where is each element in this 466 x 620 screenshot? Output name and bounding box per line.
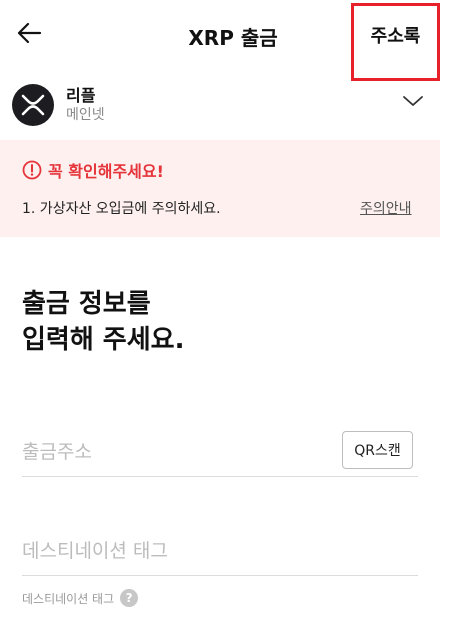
- form-heading: 출금 정보를 입력해 주세요.: [22, 286, 184, 358]
- qr-scan-button[interactable]: QR스캔: [342, 431, 413, 469]
- coin-network: 메인넷: [66, 107, 105, 123]
- caution-guide-link[interactable]: 주의안내: [360, 198, 412, 218]
- alert-icon: [22, 160, 42, 180]
- xrp-logo-icon: [12, 84, 54, 126]
- warning-title: 꼭 확인해주세요!: [48, 162, 164, 181]
- address-book-button[interactable]: 주소록: [371, 22, 421, 62]
- help-icon[interactable]: ?: [120, 589, 139, 607]
- heading-line-1: 출금 정보를: [22, 289, 151, 319]
- coin-selector[interactable]: 리플 메인넷: [0, 80, 466, 138]
- tag-help-row: 데스티네이션 태그 ?: [22, 589, 139, 607]
- coin-name: 리플: [66, 86, 96, 105]
- withdraw-page: XRP 출금 주소록 리플 메인넷 꼭 확인해주세요! 1. 가상자산 오입금에: [0, 0, 466, 620]
- heading-line-2: 입력해 주세요.: [22, 325, 185, 355]
- warning-text: 1. 가상자산 오입금에 주의하세요.: [22, 201, 221, 217]
- tag-help-label: 데스티네이션 태그: [22, 591, 115, 606]
- tag-underline: [22, 575, 418, 576]
- destination-tag-input[interactable]: [22, 531, 418, 571]
- address-underline: [22, 476, 418, 477]
- withdraw-address-input[interactable]: [22, 432, 332, 472]
- chevron-down-icon: [403, 96, 423, 106]
- warning-box: 꼭 확인해주세요! 1. 가상자산 오입금에 주의하세요. 주의안내: [0, 140, 440, 237]
- warning-title-row: 꼭 확인해주세요!: [22, 158, 164, 182]
- address-book-highlight: 주소록: [351, 3, 440, 81]
